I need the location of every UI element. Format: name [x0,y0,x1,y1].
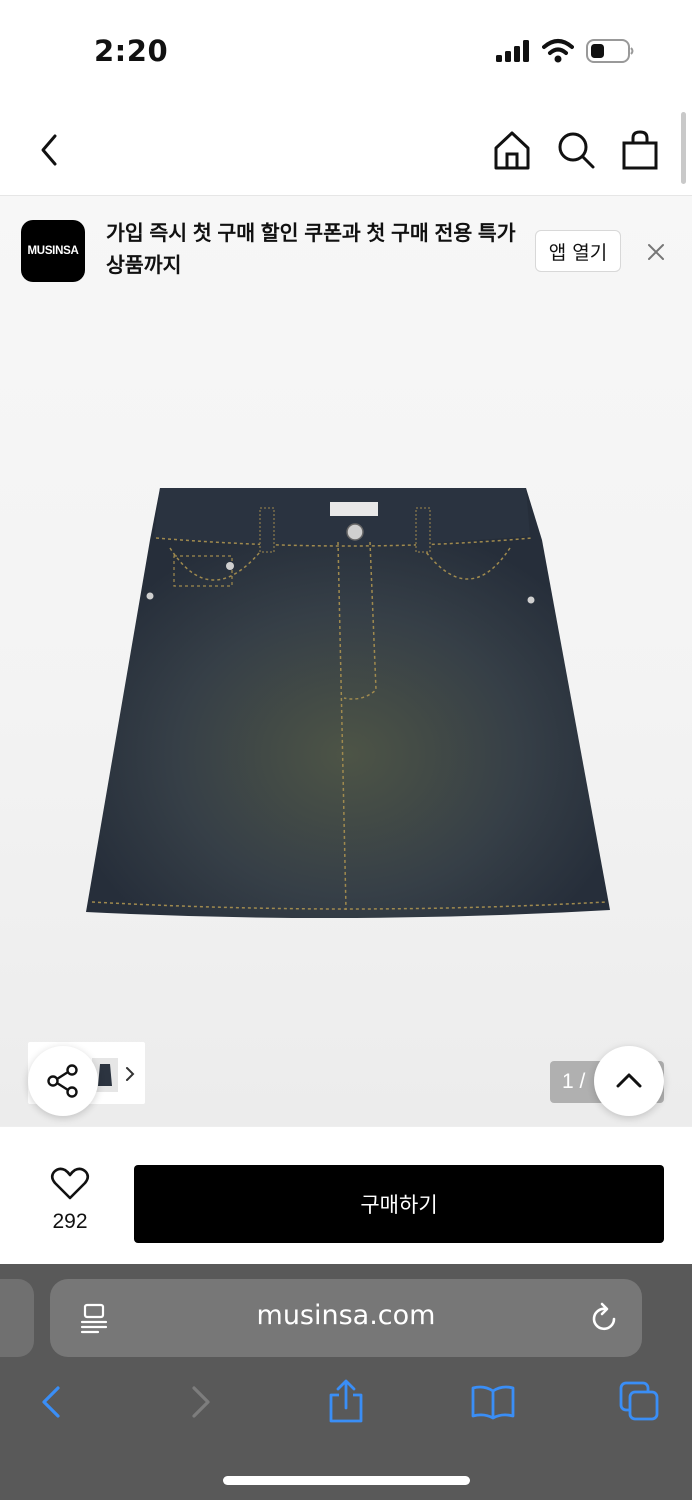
musinsa-logo: MUSINSA [21,220,85,282]
chevron-up-icon [616,1073,642,1088]
previous-tab-peek[interactable] [0,1279,34,1357]
scroll-top-button[interactable] [594,1046,664,1116]
scroll-indicator [681,112,686,184]
open-app-button[interactable]: 앱 열기 [535,230,621,272]
shopping-bag-icon[interactable] [618,128,662,172]
browser-back-icon[interactable] [36,1384,66,1420]
search-icon[interactable] [554,128,598,172]
home-icon[interactable] [490,128,534,172]
status-bar: 2:20 [0,0,692,100]
close-icon[interactable] [644,240,668,264]
reader-mode-icon[interactable] [80,1302,108,1334]
battery-icon [586,39,634,63]
heart-icon[interactable] [50,1166,90,1202]
like-count: 292 [52,1210,88,1233]
share-button[interactable] [28,1046,98,1116]
browser-share-icon[interactable] [326,1378,366,1424]
bookmarks-icon[interactable] [470,1384,516,1420]
wifi-icon [542,39,574,63]
status-time: 2:20 [94,34,169,68]
reload-icon[interactable] [588,1302,620,1334]
share-icon [47,1064,78,1098]
cellular-signal-icon [496,40,529,62]
app-promo-banner: MUSINSA 가입 즉시 첫 구매 할인 쿠폰과 첫 구매 전용 특가 상품까… [0,196,692,296]
tabs-icon[interactable] [618,1380,660,1422]
promo-message: 가입 즉시 첫 구매 할인 쿠폰과 첫 구매 전용 특가 상품까지 [106,222,516,277]
product-image-denim-skirt [86,488,610,919]
chevron-right-icon[interactable] [122,1064,138,1084]
home-indicator [223,1476,470,1485]
back-icon[interactable] [28,128,72,172]
buy-button[interactable]: 구매하기 [134,1165,664,1243]
browser-forward-icon[interactable] [186,1384,216,1420]
url-text[interactable]: musinsa.com [200,1300,492,1331]
nav-bar [0,100,692,196]
